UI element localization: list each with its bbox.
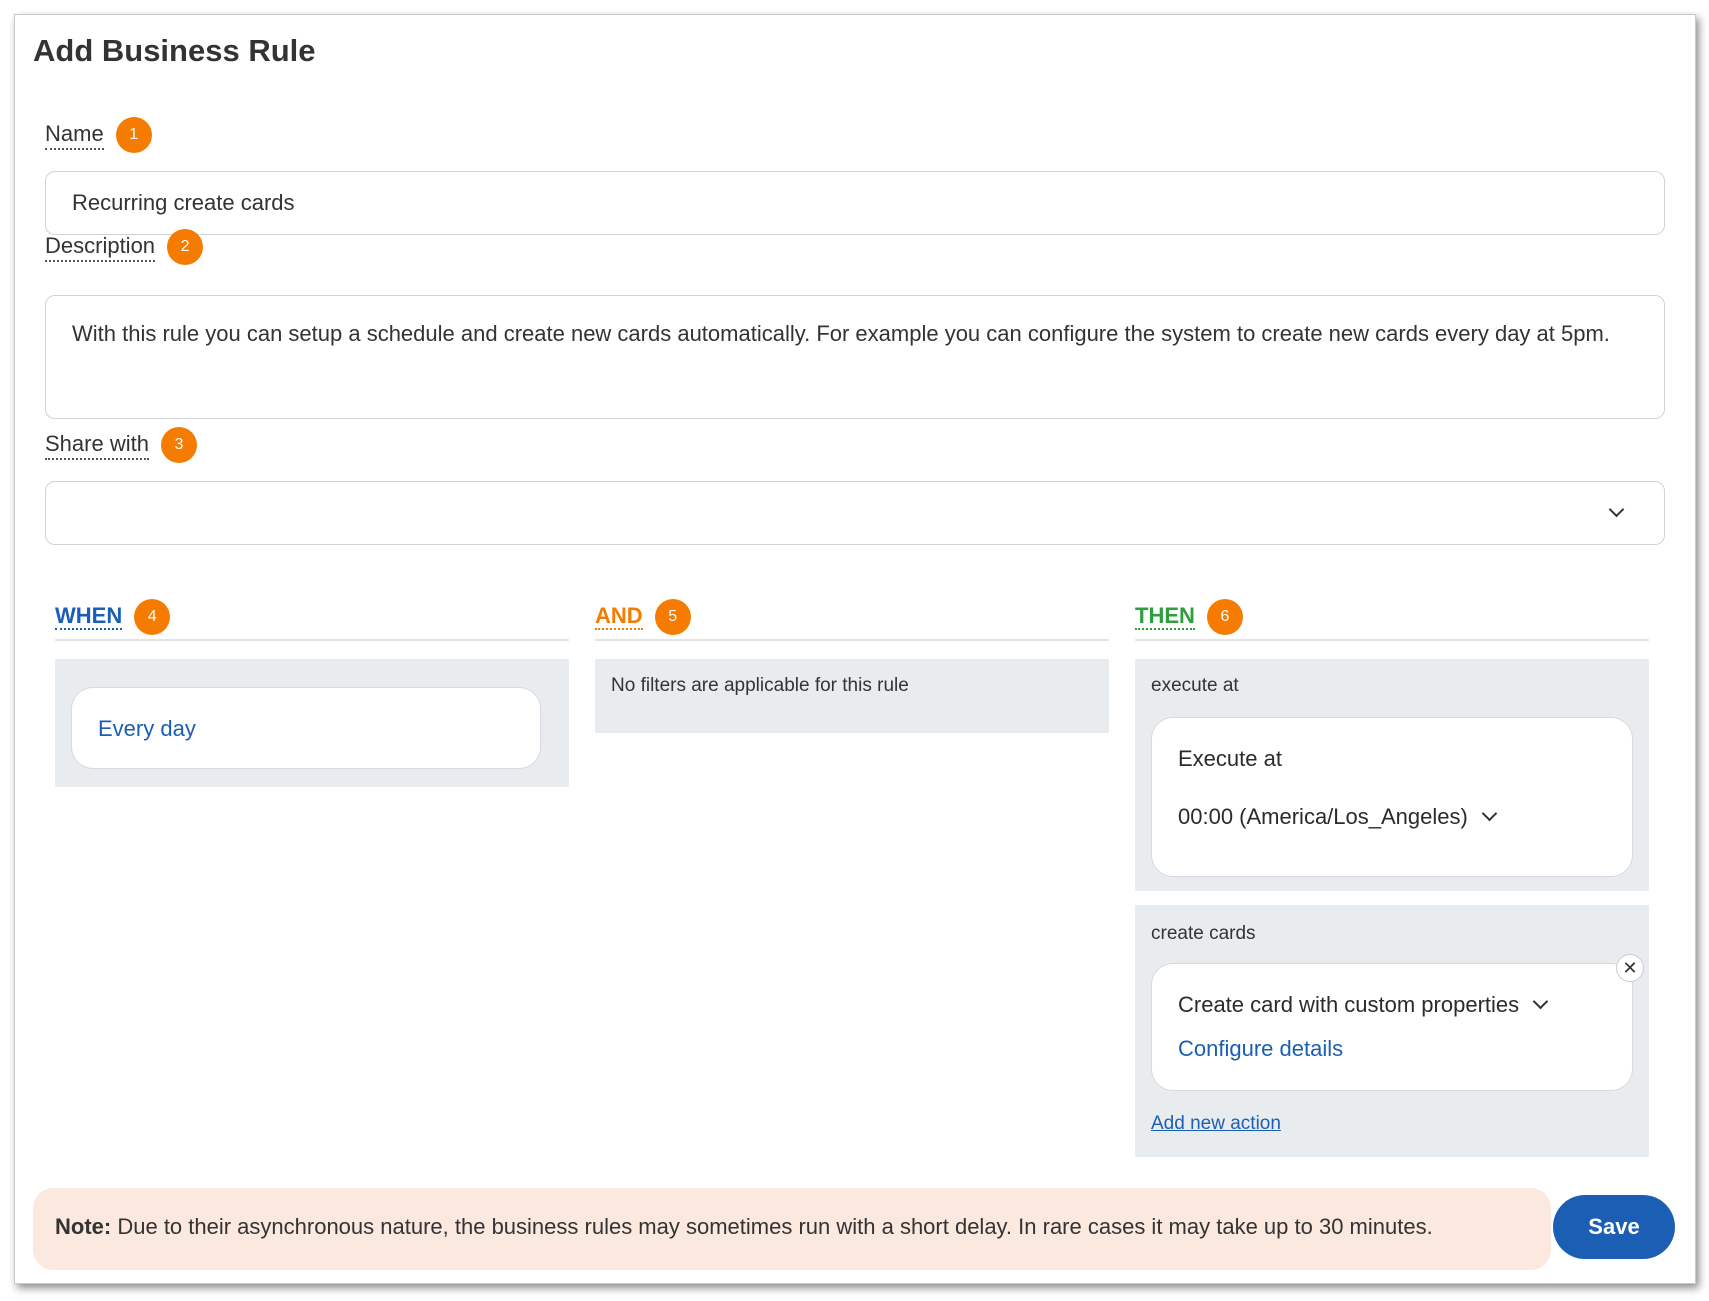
no-filters-message: No filters are applicable for this rule — [611, 675, 909, 696]
name-input[interactable]: Recurring create cards — [45, 171, 1665, 235]
description-label: Description — [45, 233, 156, 262]
share-with-select[interactable] — [45, 481, 1665, 545]
create-card-type-select[interactable]: Create card with custom properties — [1178, 992, 1549, 1018]
and-header: AND 5 — [595, 595, 1109, 641]
step-badge-4: 4 — [134, 599, 171, 635]
step-badge-1: 1 — [115, 117, 152, 153]
chevron-down-icon — [1481, 805, 1498, 821]
when-panel: Every day — [55, 659, 569, 787]
chevron-down-icon — [1532, 993, 1549, 1009]
create-cards-panel: create cards Create card with custom pro… — [1135, 905, 1649, 1157]
when-header: WHEN 4 — [55, 595, 569, 641]
step-badge-5: 5 — [654, 599, 691, 635]
when-title[interactable]: WHEN — [55, 604, 123, 630]
add-new-action-link[interactable]: Add new action — [1151, 1113, 1281, 1135]
execute-at-card: Execute at 00:00 (America/Los_Angeles) — [1151, 717, 1633, 877]
name-label-row: Name 1 — [45, 117, 152, 153]
and-title[interactable]: AND — [595, 604, 643, 630]
dialog-title: Add Business Rule — [33, 33, 316, 68]
trigger-card[interactable]: Every day — [71, 687, 541, 769]
create-cards-section-label: create cards — [1151, 923, 1256, 944]
note-text: Due to their asynchronous nature, the bu… — [117, 1214, 1433, 1239]
step-badge-3: 3 — [160, 427, 197, 463]
description-textarea[interactable]: With this rule you can setup a schedule … — [45, 295, 1665, 419]
chevron-down-icon[interactable] — [1608, 501, 1625, 518]
create-card-type-value: Create card with custom properties — [1178, 992, 1520, 1017]
remove-action-close-icon[interactable]: ✕ — [1616, 954, 1644, 982]
configure-details-link[interactable]: Configure details — [1178, 1036, 1343, 1062]
share-label-row: Share with 3 — [45, 427, 197, 463]
name-label: Name — [45, 121, 104, 150]
note-prefix: Note: — [55, 1214, 112, 1239]
execute-time-select[interactable]: 00:00 (America/Los_Angeles) — [1178, 804, 1498, 830]
trigger-every-day[interactable]: Every day — [98, 716, 196, 741]
execute-at-label: Execute at — [1178, 746, 1282, 771]
step-badge-6: 6 — [1206, 599, 1243, 635]
execute-at-panel: execute at Execute at 00:00 (America/Los… — [1135, 659, 1649, 891]
then-header: THEN 6 — [1135, 595, 1649, 641]
execute-at-section-label: execute at — [1151, 675, 1239, 696]
save-button[interactable]: Save — [1553, 1195, 1675, 1259]
description-label-row: Description 2 — [45, 229, 204, 265]
step-badge-2: 2 — [167, 229, 204, 265]
and-panel: No filters are applicable for this rule — [595, 659, 1109, 733]
then-title[interactable]: THEN — [1135, 604, 1195, 630]
delay-note: Note: Due to their asynchronous nature, … — [33, 1188, 1551, 1270]
share-with-label: Share with — [45, 431, 149, 460]
create-card-action-card: Create card with custom properties Confi… — [1151, 954, 1644, 1091]
execute-time-value: 00:00 (America/Los_Angeles) — [1178, 804, 1468, 829]
add-business-rule-dialog: Add Business Rule Name 1 Recurring creat… — [14, 14, 1696, 1284]
